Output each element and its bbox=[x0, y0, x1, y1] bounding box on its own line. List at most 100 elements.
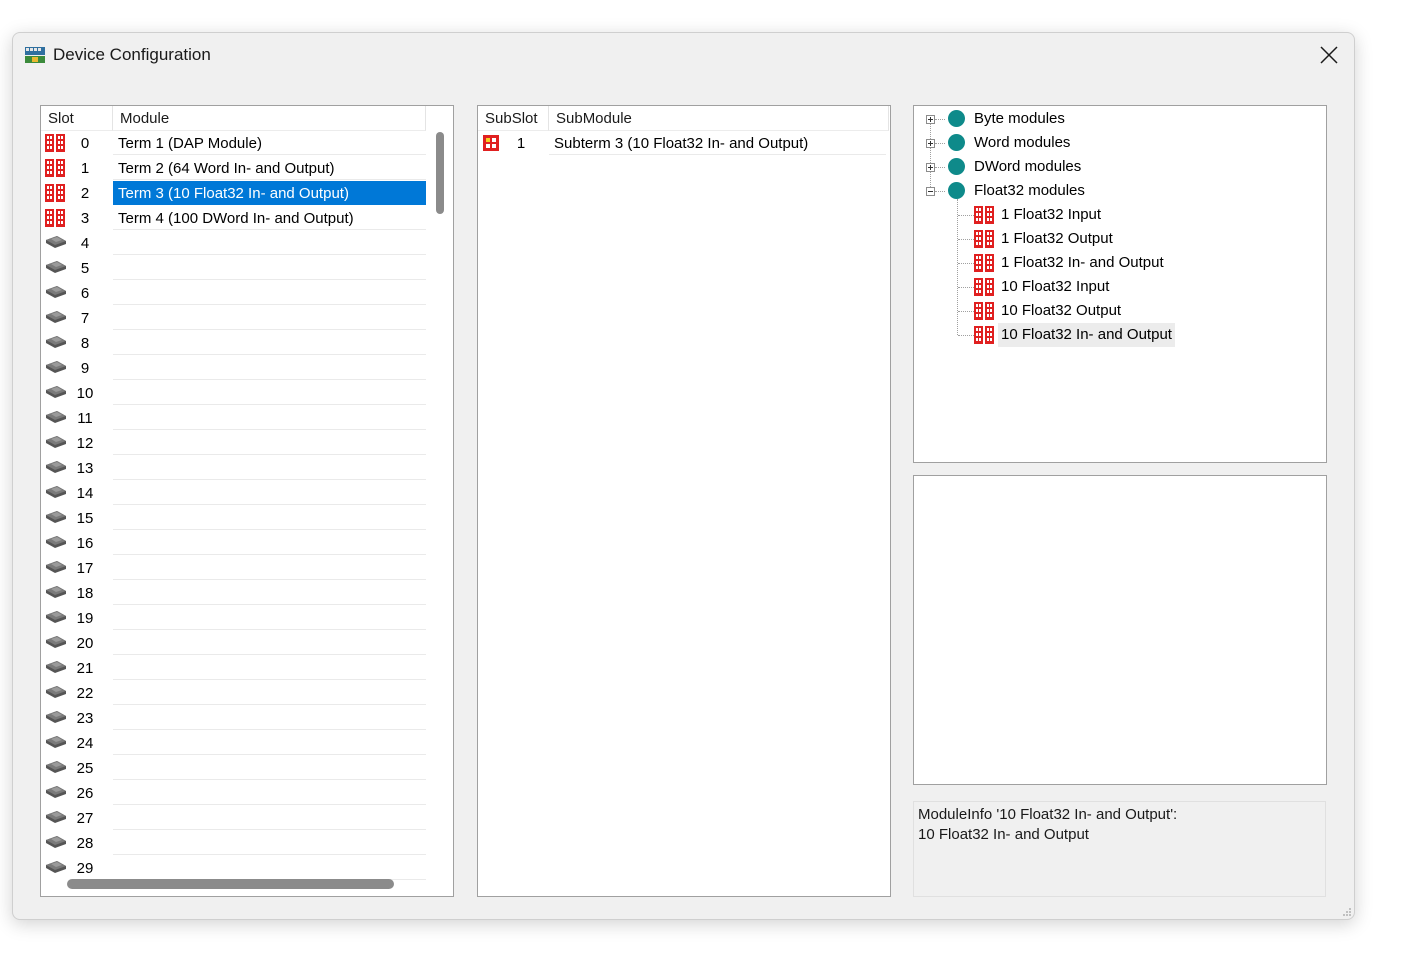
subslot-column-header[interactable]: SubSlot bbox=[478, 106, 549, 131]
tree-child-item[interactable]: 1 Float32 In- and Output bbox=[914, 251, 1314, 275]
tree-group-label: Byte modules bbox=[974, 110, 1065, 127]
table-row[interactable]: 2 Term 3 (10 Float32 In- and Output) bbox=[41, 181, 426, 206]
module-name bbox=[113, 781, 426, 805]
resize-grip-icon[interactable] bbox=[1342, 907, 1352, 917]
horizontal-scroll-thumb[interactable] bbox=[67, 879, 394, 889]
table-row[interactable]: 17 bbox=[41, 556, 426, 581]
table-row[interactable]: 12 bbox=[41, 431, 426, 456]
tree-child-item[interactable]: 1 Float32 Input bbox=[914, 203, 1314, 227]
title-bar[interactable]: Device Configuration bbox=[13, 33, 1354, 77]
tree-child-label: 10 Float32 Input bbox=[1001, 278, 1110, 295]
window-title: Device Configuration bbox=[53, 45, 211, 64]
module-name bbox=[113, 356, 426, 380]
collapse-icon[interactable] bbox=[926, 187, 935, 196]
tree-child-item[interactable]: 10 Float32 Input bbox=[914, 275, 1314, 299]
table-row[interactable]: 6 bbox=[41, 281, 426, 306]
table-row[interactable]: 20 bbox=[41, 631, 426, 656]
module-name bbox=[113, 831, 426, 855]
module-info-description: 10 Float32 In- and Output bbox=[918, 826, 1089, 843]
table-row[interactable]: 28 bbox=[41, 831, 426, 856]
module-red-icon bbox=[974, 206, 994, 224]
module-name bbox=[113, 631, 426, 655]
table-row[interactable]: 7 bbox=[41, 306, 426, 331]
table-row[interactable]: 22 bbox=[41, 681, 426, 706]
vertical-scroll-thumb[interactable] bbox=[436, 132, 444, 214]
tree-group[interactable]: Word modules bbox=[914, 131, 1314, 155]
tree-child-item[interactable]: 1 Float32 Output bbox=[914, 227, 1314, 251]
table-row[interactable]: 0 Term 1 (DAP Module) bbox=[41, 131, 426, 156]
module-name: Term 4 (100 DWord In- and Output) bbox=[113, 206, 426, 230]
horizontal-scrollbar[interactable] bbox=[41, 874, 441, 896]
tree-child-label: 1 Float32 In- and Output bbox=[1001, 254, 1164, 271]
expand-icon[interactable] bbox=[926, 115, 935, 124]
module-column-header[interactable]: Module bbox=[113, 106, 426, 131]
module-name bbox=[113, 431, 426, 455]
close-icon bbox=[1320, 46, 1338, 64]
module-red-icon bbox=[974, 254, 994, 272]
module-group-icon bbox=[948, 134, 965, 151]
tree-connector bbox=[958, 263, 974, 264]
vertical-scrollbar[interactable] bbox=[434, 132, 446, 872]
table-row[interactable]: 5 bbox=[41, 256, 426, 281]
expand-icon[interactable] bbox=[926, 139, 935, 148]
module-group-icon bbox=[948, 110, 965, 127]
module-name bbox=[113, 506, 426, 530]
table-row[interactable]: 27 bbox=[41, 806, 426, 831]
expand-icon[interactable] bbox=[926, 163, 935, 172]
table-row[interactable]: 4 bbox=[41, 231, 426, 256]
table-row[interactable]: 13 bbox=[41, 456, 426, 481]
module-name bbox=[113, 556, 426, 580]
tree-group[interactable]: DWord modules bbox=[914, 155, 1314, 179]
module-name bbox=[113, 256, 426, 280]
table-row[interactable]: 23 bbox=[41, 706, 426, 731]
close-button[interactable] bbox=[1304, 33, 1354, 77]
module-name bbox=[113, 731, 426, 755]
table-row[interactable]: 10 bbox=[41, 381, 426, 406]
table-row[interactable]: 18 bbox=[41, 581, 426, 606]
tree-group-label: DWord modules bbox=[974, 158, 1082, 175]
slot-column-header[interactable]: Slot bbox=[41, 106, 113, 131]
module-detail-panel bbox=[913, 475, 1327, 785]
tree-child-label: 10 Float32 Output bbox=[1001, 302, 1122, 319]
table-row[interactable]: 16 bbox=[41, 531, 426, 556]
tree-child-item[interactable]: 10 Float32 Output bbox=[914, 299, 1314, 323]
slot-module-table[interactable]: Slot Module 0 Term 1 (DAP Module) 1 Term 2 … bbox=[40, 105, 454, 897]
module-name bbox=[113, 381, 426, 405]
table-row[interactable]: 25 bbox=[41, 756, 426, 781]
table-row[interactable]: 15 bbox=[41, 506, 426, 531]
module-catalog-tree[interactable]: Byte modules Word modules DWord modules Flo… bbox=[913, 105, 1327, 463]
table-row[interactable]: 11 bbox=[41, 406, 426, 431]
tree-group[interactable]: Byte modules bbox=[914, 107, 1314, 131]
tree-connector bbox=[935, 143, 945, 144]
table-row[interactable]: 9 bbox=[41, 356, 426, 381]
table-row[interactable]: 1 Term 2 (64 Word In- and Output) bbox=[41, 156, 426, 181]
table-row[interactable]: 24 bbox=[41, 731, 426, 756]
module-info-text: ModuleInfo '10 Float32 In- and Output': … bbox=[913, 801, 1326, 897]
table-row[interactable]: 21 bbox=[41, 656, 426, 681]
module-name bbox=[113, 806, 426, 830]
table-row[interactable]: 19 bbox=[41, 606, 426, 631]
tree-group-label: Float32 modules bbox=[974, 182, 1085, 199]
module-info-title: ModuleInfo '10 Float32 In- and Output': bbox=[918, 806, 1178, 823]
module-red-icon bbox=[974, 326, 994, 344]
table-row[interactable]: 3 Term 4 (100 DWord In- and Output) bbox=[41, 206, 426, 231]
module-red-icon bbox=[974, 302, 994, 320]
table-row[interactable]: 8 bbox=[41, 331, 426, 356]
tree-group-label: Word modules bbox=[974, 134, 1071, 151]
subslot-submodule-table[interactable]: SubSlot SubModule 1 Subterm 3 (10 Float3… bbox=[477, 105, 891, 897]
table-row[interactable]: 14 bbox=[41, 481, 426, 506]
submodule-column-header[interactable]: SubModule bbox=[549, 106, 889, 131]
table-row[interactable]: 26 bbox=[41, 781, 426, 806]
tree-child-label: 10 Float32 In- and Output bbox=[998, 323, 1175, 347]
module-name bbox=[113, 456, 426, 480]
tree-group[interactable]: Float32 modules bbox=[914, 179, 1314, 203]
module-name bbox=[113, 281, 426, 305]
tree-connector bbox=[958, 311, 974, 312]
tree-child-label: 1 Float32 Input bbox=[1001, 206, 1102, 223]
tree-connector bbox=[958, 239, 974, 240]
module-name bbox=[113, 406, 426, 430]
tree-child-label: 1 Float32 Output bbox=[1001, 230, 1113, 247]
tree-child-item[interactable]: 10 Float32 In- and Output bbox=[914, 323, 1314, 347]
module-name bbox=[113, 481, 426, 505]
table-row[interactable]: 1 Subterm 3 (10 Float32 In- and Output) bbox=[478, 131, 888, 156]
